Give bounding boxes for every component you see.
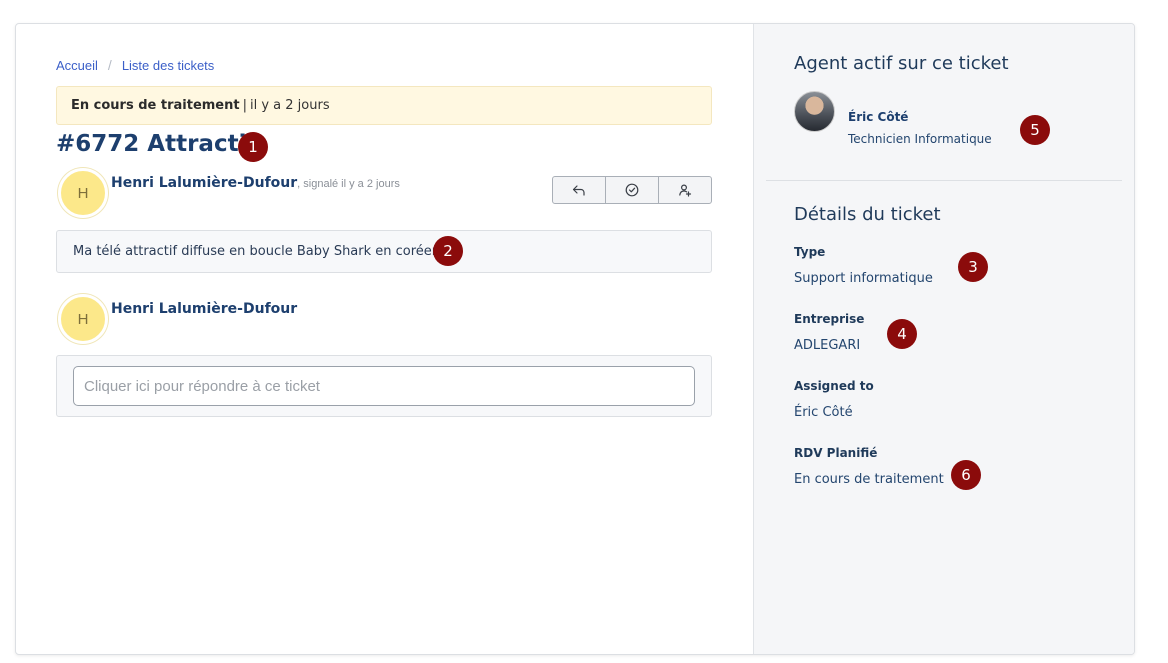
field-value-company: ADLEGARI <box>794 338 861 353</box>
assign-user-icon <box>679 184 692 197</box>
field-value-type: Support informatique <box>794 271 933 286</box>
assign-button[interactable] <box>659 177 711 203</box>
details-section-title: Détails du ticket <box>794 204 941 225</box>
ticket-sidebar: Agent actif sur ce ticket Éric Côté Tech… <box>753 24 1134 654</box>
field-label-appointment: RDV Planifié <box>794 446 878 460</box>
breadcrumb-separator: / <box>107 57 112 73</box>
breadcrumb: Accueil / Liste des tickets <box>56 57 214 73</box>
annotation-marker-4: 4 <box>887 319 917 349</box>
annotation-marker-1: 1 <box>238 132 268 162</box>
check-circle-icon <box>625 183 639 197</box>
agent-role: Technicien Informatique <box>848 132 992 146</box>
message-meta: , signalé il y a 2 jours <box>297 178 400 190</box>
avatar: H <box>58 294 108 344</box>
message-body: Ma télé attractif diffuse en boucle Baby… <box>56 230 712 273</box>
field-label-type: Type <box>794 245 826 259</box>
status-label: En cours de traitement <box>71 98 240 113</box>
breadcrumb-ticket-list-link[interactable]: Liste des tickets <box>122 58 215 73</box>
field-label-assigned: Assigned to <box>794 379 874 393</box>
agent-avatar <box>794 91 835 132</box>
ticket-number: #6772 <box>56 131 140 157</box>
status-time: il y a 2 jours <box>249 98 330 113</box>
agent-section-title: Agent actif sur ce ticket <box>794 53 1009 74</box>
reply-author-name: Henri Lalumière-Dufour <box>111 301 298 317</box>
annotation-marker-5: 5 <box>1020 115 1050 145</box>
divider <box>766 180 1122 181</box>
ticket-card: Accueil / Liste des tickets En cours de … <box>15 23 1135 655</box>
agent-name: Éric Côté <box>848 110 909 124</box>
message-text: Ma télé attractif diffuse en boucle Baby… <box>73 244 441 259</box>
message-author-name: Henri Lalumière-Dufour <box>111 175 298 191</box>
reply-area <box>56 355 712 417</box>
message-actions <box>552 176 712 204</box>
reply-input[interactable] <box>73 366 695 406</box>
resolve-button[interactable] <box>606 177 659 203</box>
field-value-assigned: Éric Côté <box>794 405 853 420</box>
annotation-marker-2: 2 <box>433 236 463 266</box>
reply-icon <box>572 185 585 196</box>
avatar: H <box>58 168 108 218</box>
field-value-appointment: En cours de traitement <box>794 472 944 487</box>
reply-button[interactable] <box>553 177 606 203</box>
page-title: #6772 Attractif <box>56 131 256 157</box>
status-separator: | <box>242 98 247 113</box>
field-label-company: Entreprise <box>794 312 865 326</box>
breadcrumb-home-link[interactable]: Accueil <box>56 58 98 73</box>
annotation-marker-3: 3 <box>958 252 988 282</box>
message-author: Henri Lalumière-Dufour, signalé il y a 2… <box>111 175 400 191</box>
status-banner: En cours de traitement | il y a 2 jours <box>56 86 712 125</box>
ticket-main-panel: Accueil / Liste des tickets En cours de … <box>16 24 753 654</box>
annotation-marker-6: 6 <box>951 460 981 490</box>
